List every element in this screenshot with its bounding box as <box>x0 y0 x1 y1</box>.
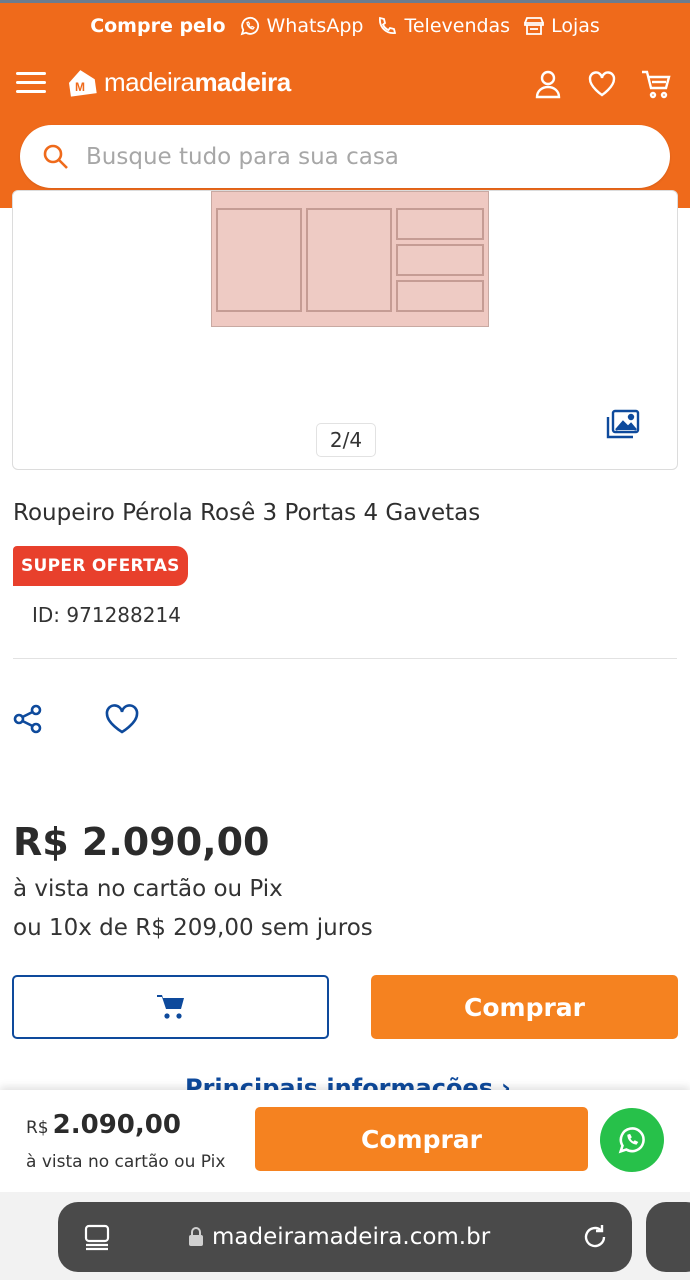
sticky-amount: 2.090,00 <box>52 1110 181 1140</box>
search-icon <box>43 144 68 169</box>
product-title: Roupeiro Pérola Rosê 3 Portas 4 Gavetas <box>13 500 481 526</box>
browser-toolbar: madeiramadeira.com.br <box>0 1192 690 1280</box>
site-header: Compre pelo WhatsApp Televendas Lojas M … <box>0 0 690 208</box>
wardrobe-door <box>306 208 392 312</box>
price-payment-note: à vista no cartão ou Pix <box>13 876 283 902</box>
promo-lead: Compre pelo <box>90 15 226 37</box>
image-counter: 2/4 <box>316 423 376 457</box>
whatsapp-icon <box>240 16 259 36</box>
sticky-payment-note: à vista no cartão ou Pix <box>26 1152 226 1172</box>
installments-info: ou 10x de R$ 209,00 sem juros <box>13 915 373 941</box>
logo-text-light: madeira <box>104 66 195 97</box>
cart-icon <box>156 995 184 1019</box>
promo-bar: Compre pelo WhatsApp Televendas Lojas <box>0 14 690 38</box>
promo-lojas-label: Lojas <box>551 15 600 37</box>
store-icon <box>524 17 544 35</box>
product-price: R$ 2.090,00 <box>13 820 270 864</box>
promo-whatsapp-label: WhatsApp <box>266 15 364 37</box>
image-gallery-icon[interactable] <box>606 409 640 439</box>
whatsapp-chat-button[interactable] <box>600 1108 664 1172</box>
super-ofertas-badge: SUPER OFERTAS <box>13 546 188 586</box>
buy-button[interactable]: Comprar <box>371 975 678 1039</box>
reload-icon[interactable] <box>580 1222 610 1252</box>
wardrobe-drawer <box>396 280 484 312</box>
cart-icon[interactable] <box>640 68 672 100</box>
promo-televendas-label: Televendas <box>404 15 511 37</box>
header-actions <box>532 68 672 100</box>
product-id: ID: 971288214 <box>32 603 181 627</box>
user-icon[interactable] <box>532 68 564 100</box>
sticky-currency: R$ <box>26 1118 49 1138</box>
svg-text:M: M <box>75 80 85 94</box>
divider <box>13 658 677 659</box>
main-nav: M madeiramadeira <box>0 62 690 110</box>
product-gallery[interactable]: 2/4 <box>12 190 678 470</box>
sticky-buy-button[interactable]: Comprar <box>255 1107 588 1171</box>
tabs-icon[interactable] <box>82 1222 112 1252</box>
url-display: madeiramadeira.com.br <box>188 1202 490 1272</box>
search-bar[interactable] <box>20 125 670 188</box>
product-image <box>211 191 489 327</box>
logo-text-bold: madeira <box>194 66 291 97</box>
wardrobe-door <box>216 208 302 312</box>
wardrobe-drawer <box>396 244 484 276</box>
sticky-price: R$ 2.090,00 <box>26 1110 181 1140</box>
header-top-line <box>0 0 690 3</box>
phone-icon <box>379 16 397 34</box>
search-input[interactable] <box>86 143 626 170</box>
lock-icon <box>189 1227 203 1246</box>
share-icon[interactable] <box>12 703 44 735</box>
site-logo[interactable]: M madeiramadeira <box>66 66 291 98</box>
promo-televendas-link[interactable]: Televendas <box>375 14 510 38</box>
next-tab-pill[interactable] <box>646 1202 690 1272</box>
favorite-heart-icon[interactable] <box>104 703 140 735</box>
address-bar[interactable]: madeiramadeira.com.br <box>58 1202 632 1272</box>
heart-icon[interactable] <box>586 68 618 100</box>
wardrobe-drawer <box>396 208 484 240</box>
menu-icon[interactable] <box>16 72 46 98</box>
add-to-cart-button[interactable] <box>12 975 329 1039</box>
sticky-buy-bar: R$ 2.090,00 à vista no cartão ou Pix Com… <box>0 1090 690 1192</box>
logo-house-icon: M <box>68 70 97 97</box>
promo-lojas-link[interactable]: Lojas <box>522 14 600 38</box>
logo-wordmark: madeiramadeira <box>104 67 291 98</box>
promo-whatsapp-link[interactable]: WhatsApp <box>238 14 364 38</box>
url-text: madeiramadeira.com.br <box>212 1224 491 1250</box>
whatsapp-icon <box>618 1127 645 1154</box>
